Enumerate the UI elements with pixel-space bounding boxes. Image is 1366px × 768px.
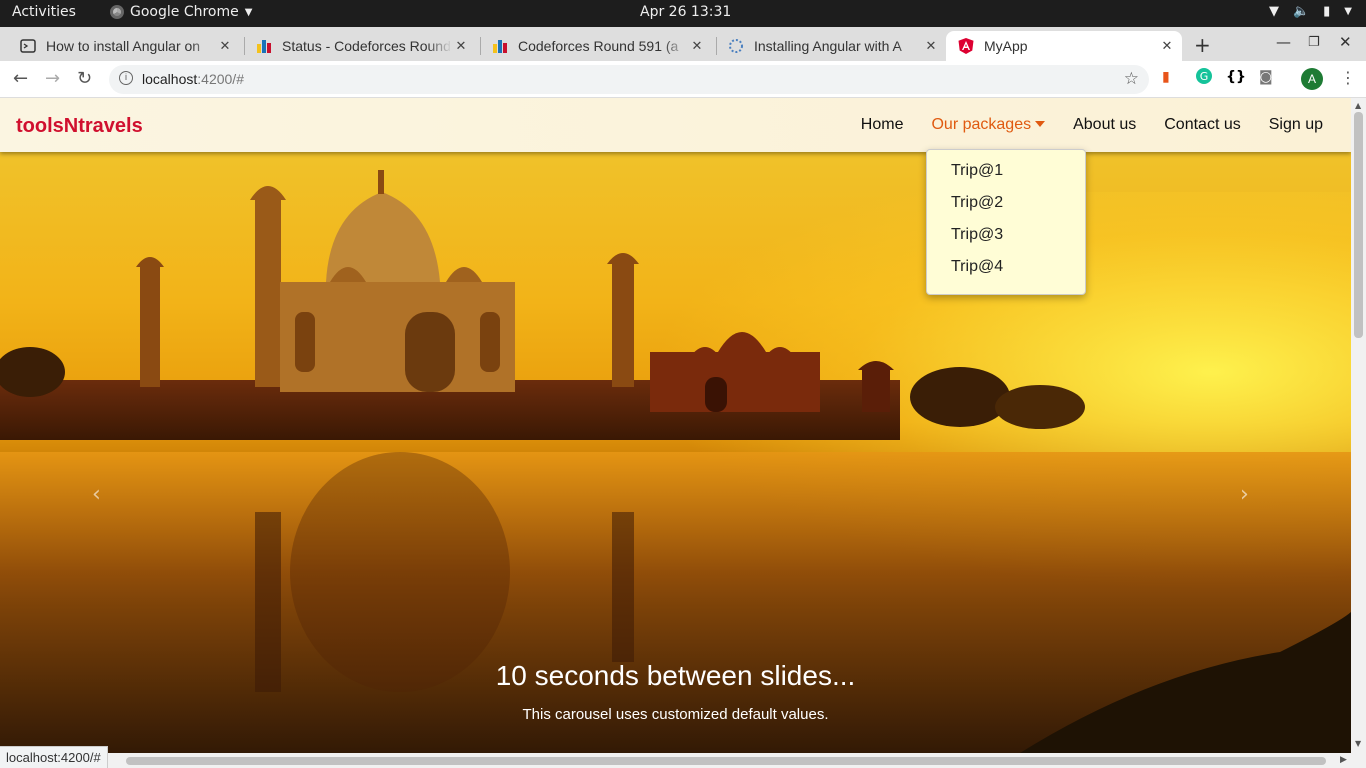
browser-toolbar: ← → ↻ i localhost:4200/# ☆ ▮ G {} ◙ xyxy=(0,61,1366,98)
chrome-icon xyxy=(110,5,124,19)
packages-dropdown: Trip@1 Trip@2 Trip@3 Trip@4 xyxy=(926,149,1086,295)
tab-4[interactable]: MyApp ✕ xyxy=(946,31,1182,61)
wifi-icon: ▼ xyxy=(1268,4,1279,19)
browser-menu-icon[interactable]: ⋮ xyxy=(1340,68,1356,87)
nav-links: Home Our packages About us Contact us Si… xyxy=(861,116,1351,134)
system-tray[interactable]: ▼ 🔈 ▮ ▼ xyxy=(1269,4,1352,19)
nav-signup[interactable]: Sign up xyxy=(1269,116,1323,134)
codeforces-icon xyxy=(256,38,272,54)
nav-packages[interactable]: Our packages xyxy=(931,116,1045,134)
site-brand[interactable]: toolsNtravels xyxy=(16,115,143,138)
nav-contact[interactable]: Contact us xyxy=(1164,116,1240,134)
tab-title: Codeforces Round 591 (a xyxy=(518,38,679,54)
url-path: :4200/# xyxy=(197,71,244,87)
carousel-next-icon[interactable]: › xyxy=(1240,482,1249,507)
address-url[interactable]: localhost:4200/# xyxy=(142,71,244,87)
horizontal-scrollbar[interactable]: ▶ xyxy=(0,753,1366,768)
reload-icon[interactable]: ↻ xyxy=(77,68,92,89)
volume-icon: 🔈 xyxy=(1292,4,1310,19)
close-icon[interactable]: ✕ xyxy=(452,38,470,54)
close-icon[interactable]: ✕ xyxy=(688,38,706,54)
vertical-scrollbar[interactable]: ▲ ▼ xyxy=(1351,98,1366,753)
tab-title: MyApp xyxy=(984,38,1028,54)
profile-avatar[interactable]: A xyxy=(1301,68,1323,90)
page-viewport: toolsNtravels Home Our packages About us… xyxy=(0,98,1351,753)
tab-0[interactable]: How to install Angular on ✕ xyxy=(8,31,240,61)
tab-title: Status - Codeforces Round xyxy=(282,38,451,54)
tab-title: Installing Angular with A xyxy=(754,38,902,54)
tab-title: How to install Angular on xyxy=(46,38,201,54)
scroll-thumb[interactable] xyxy=(126,757,1326,765)
carousel-prev-icon[interactable]: ‹ xyxy=(92,482,101,507)
caret-down-icon: ▼ xyxy=(1344,6,1352,17)
activities-button[interactable]: Activities xyxy=(12,4,76,20)
carousel-caption-subtitle: This carousel uses customized default va… xyxy=(522,706,829,723)
scroll-up-icon[interactable]: ▲ xyxy=(1355,101,1361,110)
codeforces-icon xyxy=(492,38,508,54)
forward-icon[interactable]: → xyxy=(45,68,60,89)
dropdown-item-trip1[interactable]: Trip@1 xyxy=(927,162,1085,194)
tab-strip: How to install Angular on ✕ Status - Cod… xyxy=(0,27,1366,61)
app-menu[interactable]: Google Chrome ▼ xyxy=(110,4,252,20)
address-bar[interactable]: i localhost:4200/# ☆ xyxy=(109,65,1149,94)
loading-icon xyxy=(728,38,744,54)
scroll-down-icon[interactable]: ▼ xyxy=(1355,739,1361,748)
minimize-icon[interactable]: — xyxy=(1276,33,1291,51)
carousel-caption-title: 10 seconds between slides... xyxy=(495,660,856,691)
tab-2[interactable]: Codeforces Round 591 (a ✕ xyxy=(480,31,712,61)
camera-extension-icon[interactable]: ◙ xyxy=(1259,69,1273,85)
json-extension-icon[interactable]: {} xyxy=(1226,69,1246,85)
site-navbar: toolsNtravels Home Our packages About us… xyxy=(0,98,1351,152)
tab-3[interactable]: Installing Angular with A ✕ xyxy=(716,31,946,61)
nav-home[interactable]: Home xyxy=(861,116,904,134)
tab-1[interactable]: Status - Codeforces Round ✕ xyxy=(244,31,476,61)
scroll-right-icon[interactable]: ▶ xyxy=(1340,755,1347,765)
dropdown-item-trip2[interactable]: Trip@2 xyxy=(927,194,1085,226)
svg-text:G: G xyxy=(1200,70,1209,83)
restore-icon[interactable]: ❐ xyxy=(1308,35,1320,50)
back-icon[interactable]: ← xyxy=(13,68,28,89)
scroll-thumb[interactable] xyxy=(1354,112,1363,338)
system-top-bar: Activities Google Chrome ▼ Apr 26 13:31 … xyxy=(0,0,1366,27)
dropdown-item-trip4[interactable]: Trip@4 xyxy=(927,258,1085,290)
caret-down-icon: ▼ xyxy=(244,6,253,18)
dropdown-item-trip3[interactable]: Trip@3 xyxy=(927,226,1085,258)
battery-icon: ▮ xyxy=(1323,4,1331,19)
close-icon[interactable]: ✕ xyxy=(216,38,234,54)
terminal-icon xyxy=(20,38,36,54)
grammarly-icon[interactable]: G xyxy=(1196,68,1212,88)
nav-about[interactable]: About us xyxy=(1073,116,1136,134)
close-icon[interactable]: ✕ xyxy=(1158,38,1176,54)
close-window-icon[interactable]: ✕ xyxy=(1339,33,1352,51)
bookmark-star-icon[interactable]: ☆ xyxy=(1124,69,1139,89)
office-extension-icon[interactable]: ▮ xyxy=(1162,69,1170,85)
status-url-bubble: localhost:4200/# xyxy=(0,746,108,768)
close-icon[interactable]: ✕ xyxy=(922,38,940,54)
angular-icon xyxy=(958,38,974,54)
info-icon[interactable]: i xyxy=(119,71,133,85)
new-tab-icon[interactable]: + xyxy=(1194,33,1211,57)
clock[interactable]: Apr 26 13:31 xyxy=(640,4,731,20)
url-host: localhost xyxy=(142,71,198,87)
app-menu-label: Google Chrome xyxy=(130,4,239,20)
